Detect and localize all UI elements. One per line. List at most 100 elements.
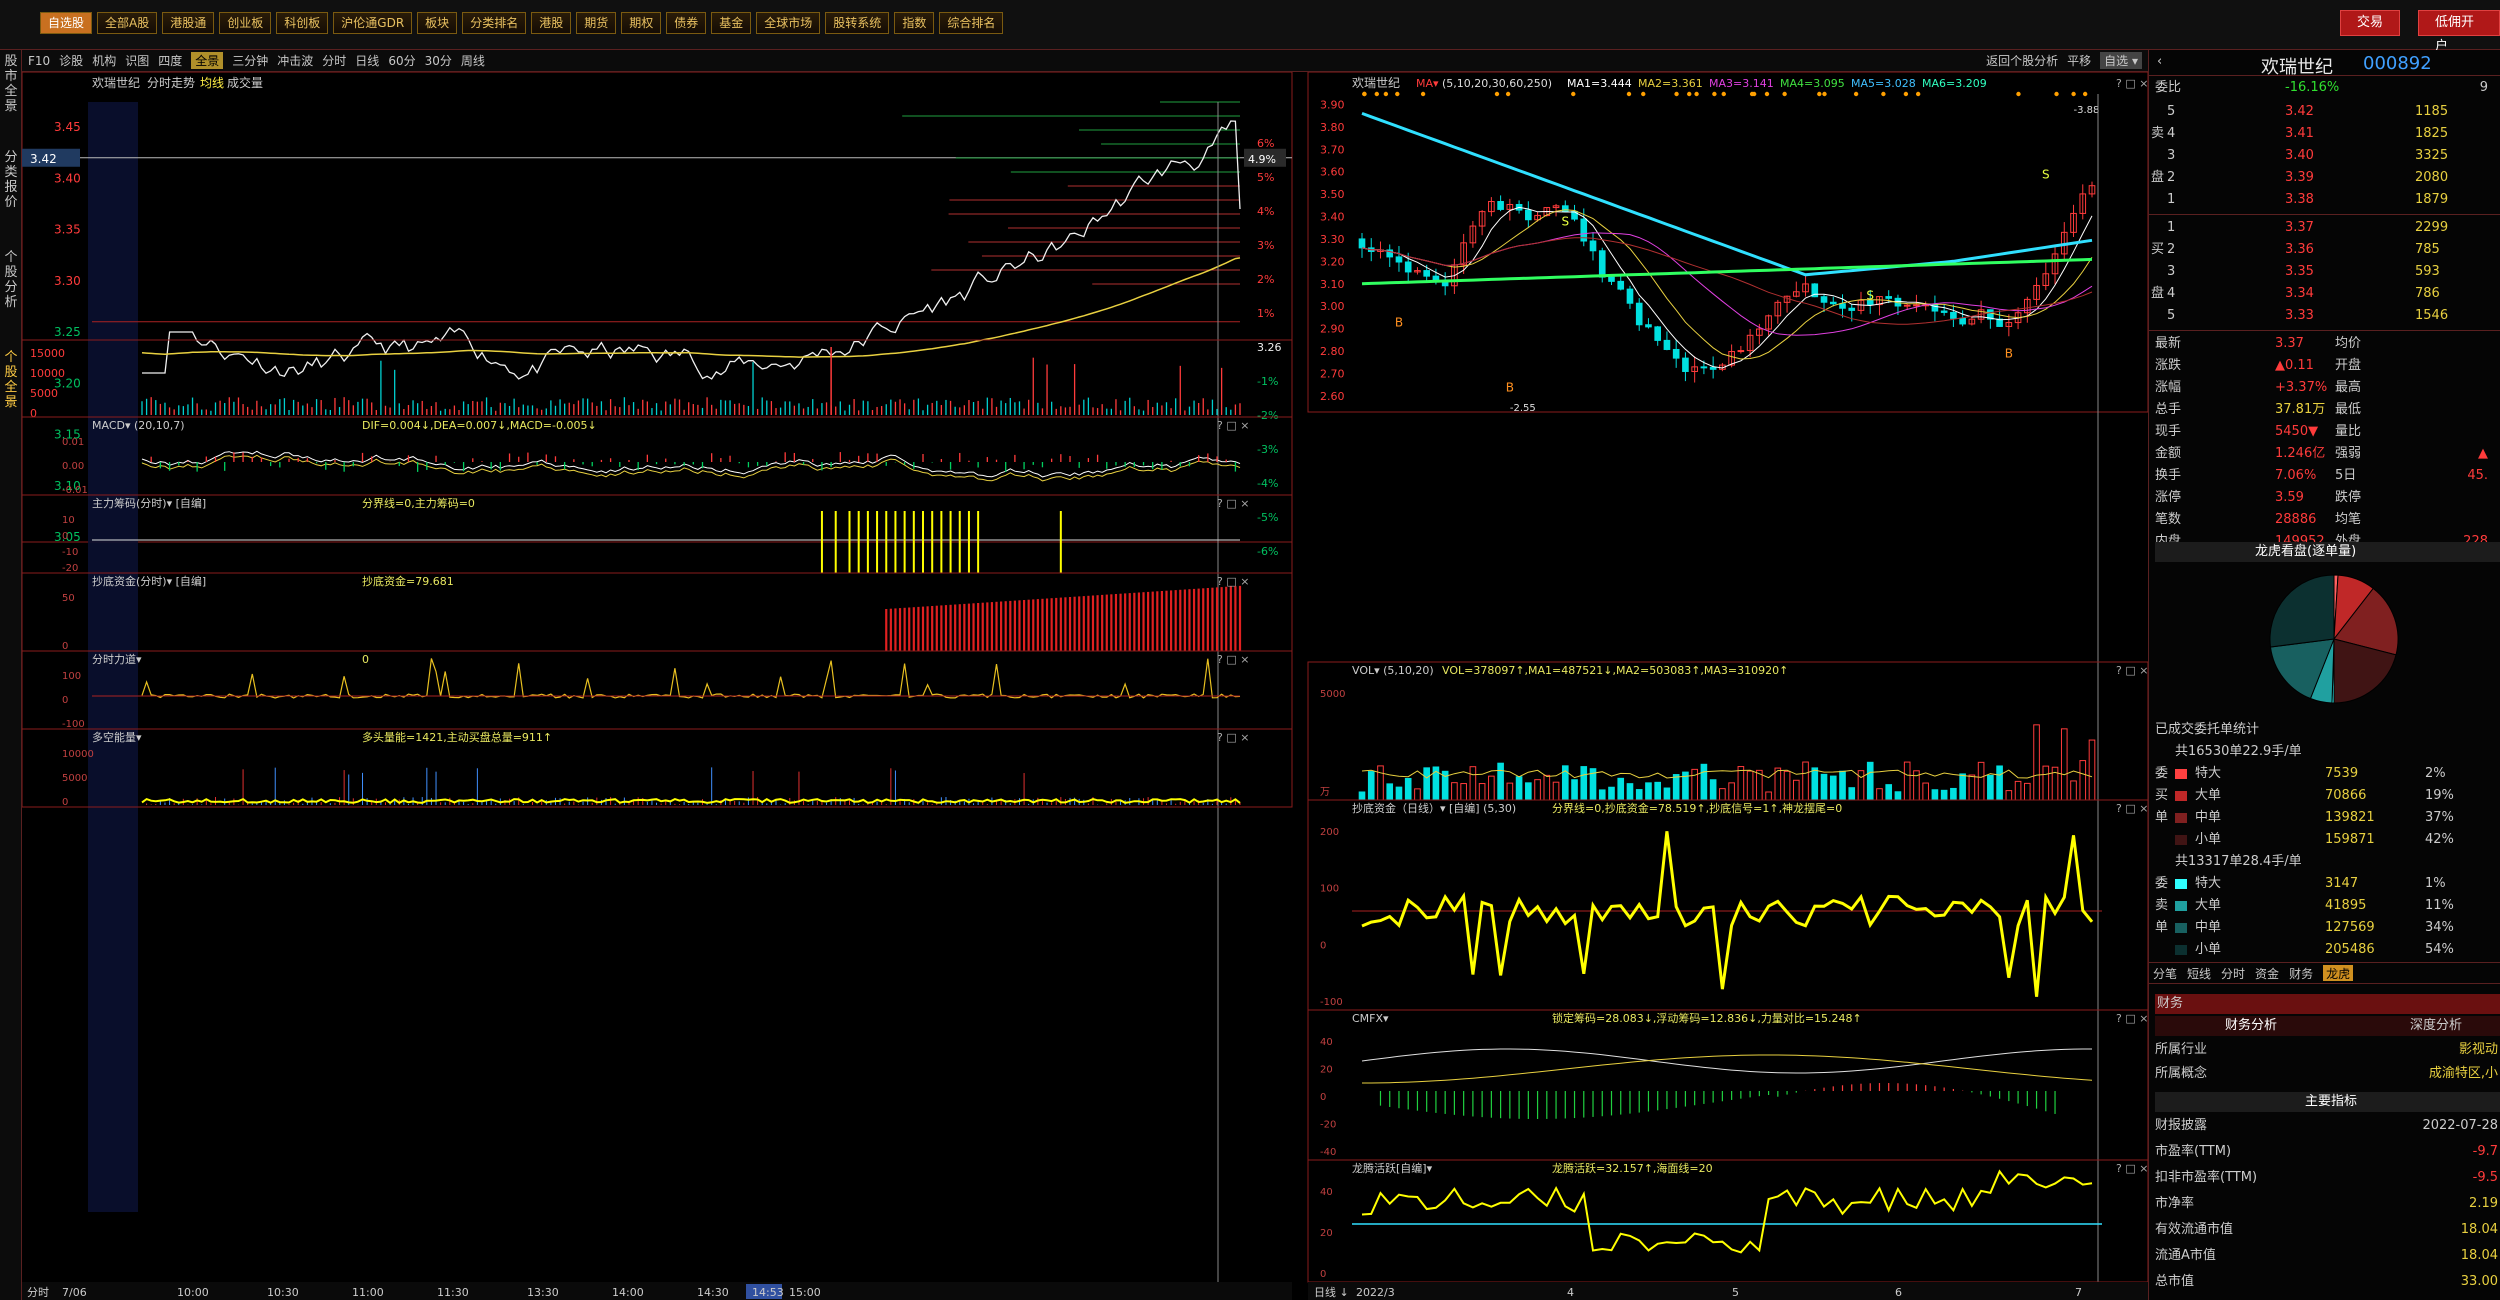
right-ind-title-0: VOL▾ (5,10,20): [1352, 664, 1434, 677]
kline-event-dot: [1626, 91, 1632, 97]
kline-low-label: -2.55: [1510, 403, 1536, 414]
left-tab-3[interactable]: 识图: [125, 52, 149, 69]
toolbar-item-6[interactable]: 板块: [417, 12, 458, 34]
toolbar-item-2[interactable]: 港股通: [162, 12, 215, 34]
left-tab-7[interactable]: 冲击波: [277, 52, 313, 69]
side-tab-overview[interactable]: 股市全景: [2, 54, 20, 118]
side-tab-stock-overview[interactable]: 个股全景: [2, 350, 20, 414]
day-vol-bar: [1709, 779, 1717, 801]
left-tab-11[interactable]: 30分: [425, 52, 452, 69]
chart-area[interactable]: 欢瑞世纪 分时走势 均线 成交量3.453.403.353.303.253.203.1…: [22, 72, 2148, 1300]
toolbar-item-4[interactable]: 科创板: [276, 12, 329, 34]
kline-candle: [1608, 276, 1615, 282]
right-ind-tick: -40: [1320, 1147, 1336, 1158]
day-vol-bar: [1377, 765, 1384, 801]
kline-candle: [1839, 303, 1846, 309]
kline-candle: [1682, 357, 1689, 372]
day-vol-bar: [1367, 771, 1375, 801]
left-ind-frame-4: [22, 728, 1293, 808]
left-tab-10[interactable]: 60分: [388, 52, 415, 69]
finance-metric-6: 总市值 33.00: [2155, 1274, 2498, 1289]
buy-order-row-1: 买大单 70866 19%: [2155, 788, 2454, 803]
trade-button[interactable]: 交易: [2340, 10, 2401, 36]
left-tab-2[interactable]: 机构: [92, 52, 116, 69]
back-icon[interactable]: ‹: [2157, 54, 2162, 69]
toolbar-item-12[interactable]: 基金: [711, 12, 752, 34]
right-tab-1[interactable]: 平移: [2067, 52, 2091, 69]
quote-tab-4[interactable]: 财务: [2289, 965, 2313, 981]
toolbar-item-5[interactable]: 沪伦通GDR: [333, 12, 413, 34]
quote-tab-3[interactable]: 资金: [2255, 965, 2279, 981]
quote-tab-1[interactable]: 短线: [2187, 965, 2211, 981]
quote-tab-2[interactable]: 分时: [2221, 965, 2245, 981]
price-tick: 3.40: [54, 171, 81, 185]
open-account-button[interactable]: 低佣开户: [2418, 10, 2500, 54]
buy-order-row-0: 委特大 7539 2%: [2155, 766, 2446, 781]
kline-event-dot: [1751, 91, 1757, 97]
toolbar-item-16[interactable]: 综合排名: [939, 12, 1004, 34]
finance-main-title: 主要指标: [2155, 1092, 2500, 1112]
day-vol-bar: [1866, 761, 1874, 801]
toolbar-item-9[interactable]: 期货: [576, 12, 617, 34]
kline-stock-name: 欢瑞世纪: [1352, 75, 1400, 90]
left-tab-12[interactable]: 周线: [461, 52, 485, 69]
buy-level-3: 3 3.35 593: [2167, 264, 2440, 279]
toolbar-item-15[interactable]: 指数: [894, 12, 935, 34]
kline-event-dot: [1362, 91, 1367, 97]
kline-candle: [1672, 348, 1680, 359]
force-line: [141, 658, 1241, 699]
kline-candle: [1848, 307, 1856, 311]
left-tab-4[interactable]: 四度: [158, 52, 182, 69]
toolbar-item-13[interactable]: 全球市场: [756, 12, 821, 34]
sell-level-5: 5 3.42 1185: [2167, 104, 2449, 119]
day-vol-bar: [1802, 761, 1809, 801]
kline-event-dot: [1383, 91, 1389, 97]
right-tab-2[interactable]: 自选 ▾: [2100, 52, 2142, 69]
left-tab-0[interactable]: F10: [28, 54, 50, 68]
day-vol-bar: [1414, 788, 1421, 801]
kline-ma-label: MA▾: [1416, 77, 1439, 90]
right-tab-0[interactable]: 返回个股分析: [1986, 52, 2058, 69]
sell-order-total: 共13317单28.4手/单: [2175, 854, 2302, 869]
toolbar-item-10[interactable]: 期权: [621, 12, 662, 34]
day-vol-bar: [2024, 782, 2031, 801]
left-ind-title-0: MACD▾ (20,10,7): [92, 419, 185, 432]
kline-price-tick: 2.60: [1320, 390, 1345, 403]
kline-event-dot: [1687, 91, 1692, 97]
quote-tab-0[interactable]: 分笔: [2153, 965, 2177, 981]
left-ind-tick: 0.00: [62, 461, 84, 472]
left-tab-8[interactable]: 分时: [322, 52, 346, 69]
kline-candle: [1635, 302, 1643, 326]
left-tab-1[interactable]: 诊股: [59, 52, 83, 69]
toolbar-item-7[interactable]: 分类排名: [462, 12, 527, 34]
time-tick-3: 10:30: [267, 1286, 299, 1299]
side-tab-stock-analysis[interactable]: 个股分析: [2, 250, 20, 314]
kline-event-dot: [1915, 91, 1921, 97]
day-vol-bar: [1857, 770, 1865, 801]
day-vol-bar: [1765, 791, 1772, 801]
kline-event-dot: [1712, 91, 1717, 97]
pie-slice: [2269, 574, 2335, 648]
side-tab-category[interactable]: 分类报价: [2, 150, 20, 214]
toolbar-item-11[interactable]: 债券: [666, 12, 707, 34]
right-ind-tick: 0: [1320, 940, 1326, 951]
left-tab-5[interactable]: 全景: [191, 52, 224, 69]
toolbar-item-3[interactable]: 创业板: [219, 12, 272, 34]
left-tab-9[interactable]: 日线: [355, 52, 379, 69]
sell-level-1: 1 3.38 1879: [2167, 192, 2449, 207]
time-tick-1: 7/06: [62, 1286, 87, 1299]
left-tab-6[interactable]: 三分钟: [232, 52, 268, 69]
day-vol-bar: [1423, 767, 1430, 801]
toolbar-item-8[interactable]: 港股: [531, 12, 572, 34]
buy-level-1: 1 3.37 2299: [2167, 220, 2449, 235]
right-ind-values-2: 锁定筹码=28.083↓,浮动筹码=12.836↓,力量对比=15.248↑: [1552, 1011, 1862, 1025]
left-ind-values-2: 抄底资金=79.681: [362, 574, 454, 588]
kline-price-tick: 3.50: [1320, 188, 1345, 201]
toolbar-item-1[interactable]: 全部A股: [97, 12, 158, 34]
day-vol-bar: [1663, 787, 1671, 801]
kline-price-tick: 3.90: [1320, 98, 1345, 111]
toolbar-item-0[interactable]: 自选股: [40, 12, 93, 34]
quote-tab-5[interactable]: 龙虎: [2323, 965, 2354, 981]
day-vol-bar: [1515, 776, 1523, 801]
toolbar-item-14[interactable]: 股转系统: [825, 12, 890, 34]
